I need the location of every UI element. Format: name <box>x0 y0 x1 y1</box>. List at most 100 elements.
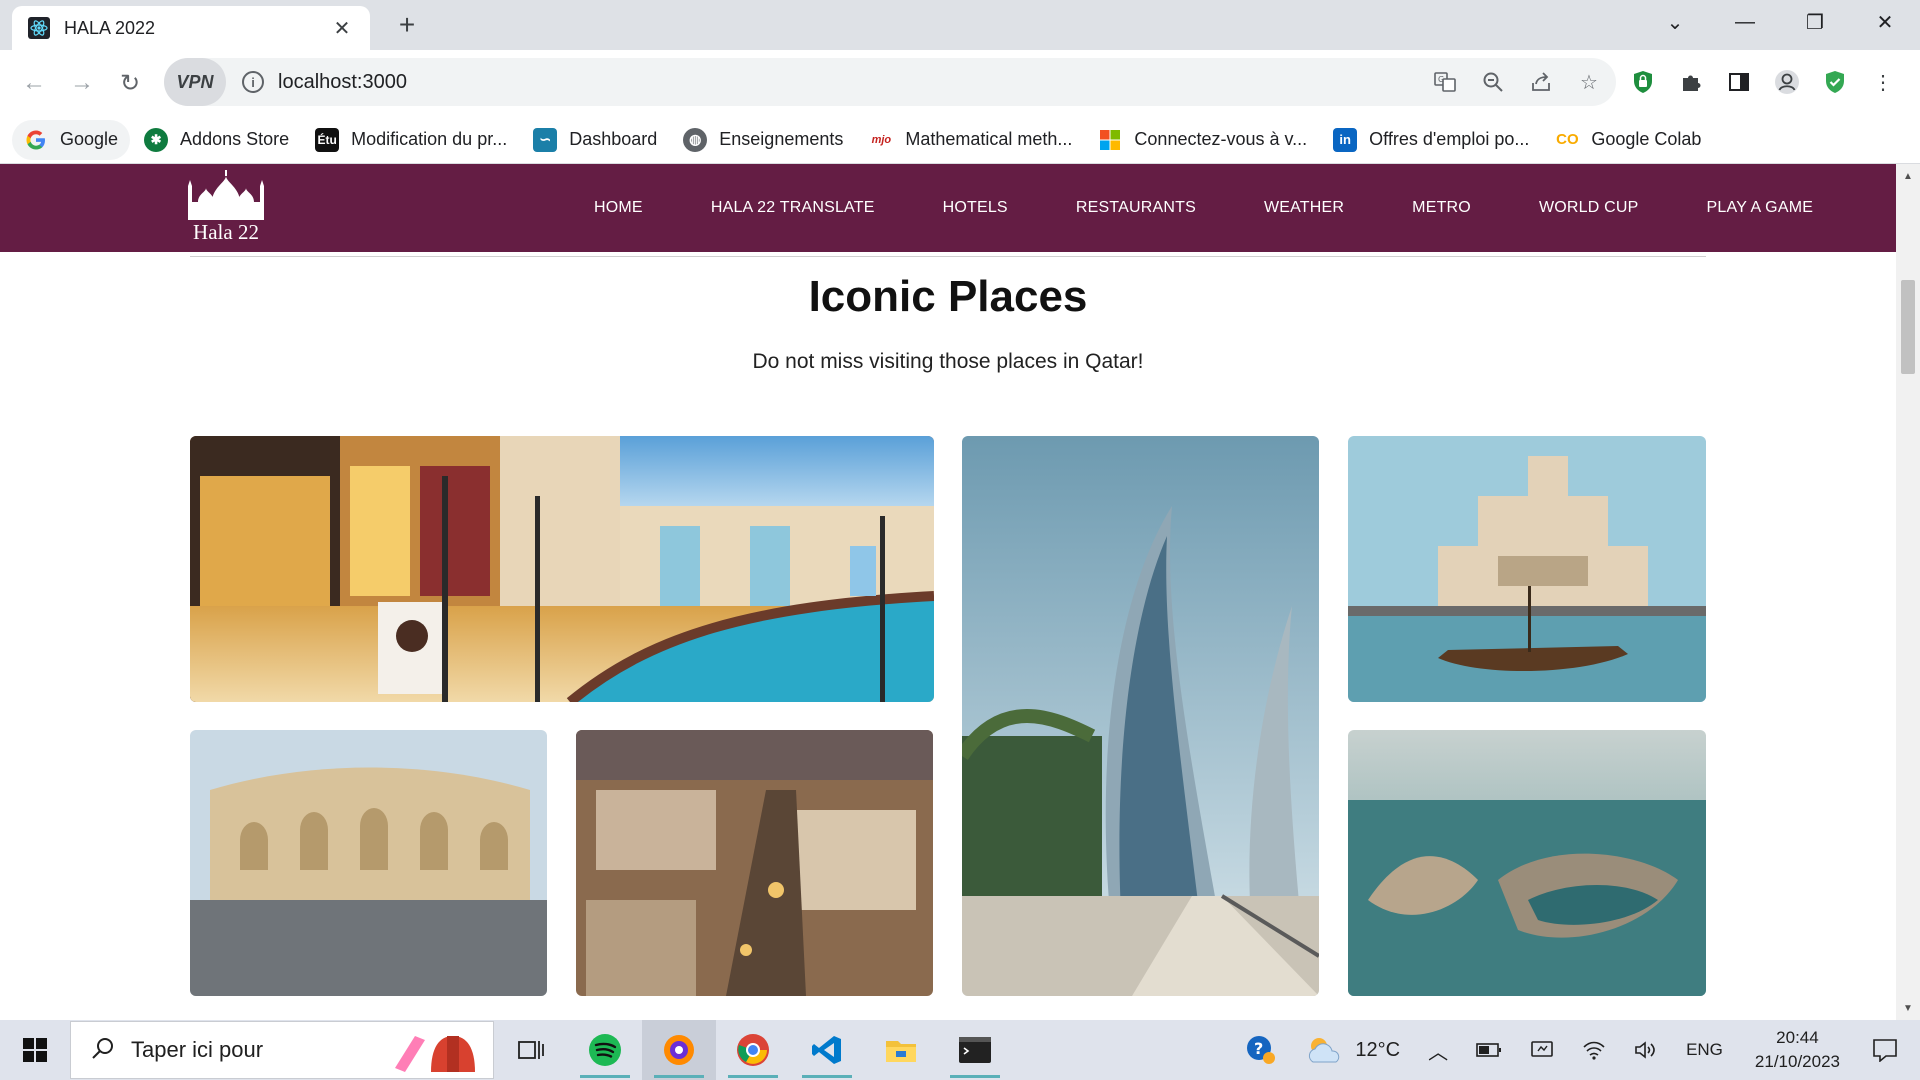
bookmark-mathematical[interactable]: mjo Mathematical meth... <box>857 120 1084 160</box>
bookmark-label: Offres d'emploi po... <box>1369 129 1530 149</box>
photo-the-pearl-aerial[interactable] <box>1348 730 1706 996</box>
close-window-icon[interactable]: ✕ <box>1850 0 1920 44</box>
security-shield-icon[interactable] <box>1822 69 1848 95</box>
bookmark-offres-emploi[interactable]: in Offres d'emploi po... <box>1321 120 1541 160</box>
browser-tab[interactable]: HALA 2022 ✕ <box>12 6 370 50</box>
bookmarks-bar: Google ✱ Addons Store Étu Modification d… <box>0 116 1920 164</box>
menu-world-cup[interactable]: WORLD CUP <box>1539 199 1639 217</box>
zoom-icon[interactable] <box>1480 69 1506 95</box>
site-menu: HOME HALA 22 TRANSLATE HOTELS RESTAURANT… <box>560 164 1847 252</box>
wifi-icon[interactable] <box>1582 1040 1606 1060</box>
terminal-icon[interactable] <box>938 1020 1012 1080</box>
bookmark-label: Mathematical meth... <box>905 129 1073 149</box>
language-indicator[interactable]: ENG <box>1686 1040 1723 1060</box>
restore-icon[interactable]: ❐ <box>1780 0 1850 44</box>
help-icon[interactable]: ? <box>1245 1034 1277 1066</box>
site-navbar: Hala 22 HOME HALA 22 TRANSLATE HOTELS RE… <box>0 164 1896 252</box>
address-bar[interactable]: VPN i localhost:3000 G ☆ <box>164 58 1616 106</box>
scroll-thumb[interactable] <box>1901 280 1915 374</box>
photo-islamic-art-museum[interactable] <box>1348 436 1706 702</box>
bookmark-label: Dashboard <box>569 129 658 149</box>
adblock-shield-icon[interactable] <box>1630 69 1656 95</box>
reload-icon[interactable]: ↻ <box>106 59 154 107</box>
tab-title: HALA 2022 <box>64 17 156 38</box>
extensions-puzzle-icon[interactable] <box>1678 69 1704 95</box>
weather-cloud-icon[interactable]: 12°C <box>1305 1034 1400 1066</box>
logo-text: Hala 22 <box>193 220 259 244</box>
vpn-app-icon[interactable] <box>642 1020 716 1080</box>
minimize-icon[interactable]: — <box>1710 0 1780 44</box>
taskbar-search[interactable]: Taper ici pour <box>70 1021 494 1079</box>
addons-store-icon: ✱ <box>144 127 169 152</box>
bookmark-addons-store[interactable]: ✱ Addons Store <box>132 120 301 160</box>
bookmark-label: Google <box>60 129 119 149</box>
scroll-down-arrow-icon[interactable]: ▼ <box>1896 998 1920 1018</box>
menu-hotels[interactable]: HOTELS <box>943 199 1008 217</box>
file-explorer-icon[interactable] <box>864 1020 938 1080</box>
clock-time: 20:44 <box>1776 1028 1819 1047</box>
clock[interactable]: 20:44 21/10/2023 <box>1755 1026 1840 1074</box>
bookmark-star-icon[interactable]: ☆ <box>1576 69 1602 95</box>
menu-weather[interactable]: WEATHER <box>1264 199 1344 217</box>
page-subtitle: Do not miss visiting those places in Qat… <box>752 350 1144 373</box>
volume-icon[interactable] <box>1634 1040 1658 1060</box>
side-panel-icon[interactable] <box>1726 69 1752 95</box>
forward-icon[interactable]: → <box>58 59 106 107</box>
bookmark-google-colab[interactable]: CO Google Colab <box>1543 120 1713 160</box>
bookmark-enseignements[interactable]: ◍ Enseignements <box>671 120 855 160</box>
colab-icon: CO <box>1556 131 1579 148</box>
bookmark-modification[interactable]: Étu Modification du pr... <box>303 120 519 160</box>
photo-souq-waqif[interactable] <box>576 730 933 996</box>
more-menu-icon[interactable]: ⋮ <box>1870 69 1896 95</box>
google-icon <box>24 128 48 152</box>
battery-icon[interactable] <box>1476 1042 1502 1058</box>
new-tab-button[interactable]: + <box>392 10 422 40</box>
vscode-icon[interactable] <box>790 1020 864 1080</box>
vpn-button[interactable]: VPN <box>164 58 226 106</box>
translate-icon[interactable]: G <box>1432 69 1458 95</box>
bookmark-label: Google Colab <box>1591 129 1702 149</box>
bookmark-dashboard[interactable]: ∽ Dashboard <box>521 120 669 160</box>
url-text[interactable]: localhost:3000 <box>278 71 407 94</box>
show-hidden-icons-icon[interactable]: ︿ <box>1428 1036 1448 1065</box>
extension-area: ⋮ <box>1630 58 1896 106</box>
menu-restaurants[interactable]: RESTAURANTS <box>1076 199 1196 217</box>
back-icon[interactable]: ← <box>10 59 58 107</box>
menu-hala22-translate[interactable]: HALA 22 TRANSLATE <box>711 199 875 217</box>
site-info-icon[interactable]: i <box>242 71 264 93</box>
section-divider <box>190 256 1706 257</box>
bookmark-label: Addons Store <box>180 129 290 149</box>
scroll-up-arrow-icon[interactable]: ▲ <box>1896 166 1920 186</box>
weather-temp: 12°C <box>1355 1038 1401 1061</box>
photo-katara-towers[interactable] <box>962 436 1319 996</box>
svg-text:?: ? <box>1254 1039 1263 1058</box>
system-tray: ? 12°C ︿ ENG 20:44 21/10/2023 <box>1231 1020 1920 1080</box>
close-tab-icon[interactable]: ✕ <box>330 16 354 41</box>
profile-icon[interactable] <box>1774 69 1800 95</box>
tab-search-icon[interactable]: ⌄ <box>1640 0 1710 44</box>
chrome-icon[interactable] <box>716 1020 790 1080</box>
windows-taskbar: Taper ici pour ? 12°C ︿ ENG 20:44 21/10/… <box>0 1020 1920 1080</box>
bookmark-connectez-vous[interactable]: Connectez-vous à v... <box>1086 120 1319 160</box>
dashboard-icon: ∽ <box>533 127 558 152</box>
search-highlight-icon <box>391 1028 483 1079</box>
spotify-icon[interactable] <box>568 1020 642 1080</box>
photo-villaggio-mall[interactable] <box>190 436 934 702</box>
task-view-icon[interactable] <box>494 1020 568 1080</box>
bookmark-label: Modification du pr... <box>351 129 508 149</box>
menu-play-a-game[interactable]: PLAY A GAME <box>1707 199 1814 217</box>
menu-home[interactable]: HOME <box>594 199 643 217</box>
microsoft-icon <box>1098 128 1122 152</box>
bookmark-label: Enseignements <box>719 129 844 149</box>
display-icon[interactable] <box>1530 1039 1554 1061</box>
bookmark-google[interactable]: Google <box>12 119 131 160</box>
windows-start-icon[interactable] <box>0 1020 70 1080</box>
menu-metro[interactable]: METRO <box>1412 199 1471 217</box>
notifications-icon[interactable] <box>1872 1038 1898 1062</box>
share-icon[interactable] <box>1528 69 1554 95</box>
photo-katara-amphitheatre[interactable] <box>190 730 547 996</box>
page-title: Iconic Places <box>808 272 1088 321</box>
hala22-logo[interactable]: Hala 22 <box>178 170 274 248</box>
search-icon <box>91 1036 115 1065</box>
page-scrollbar[interactable]: ▲ ▼ <box>1896 164 1920 1020</box>
